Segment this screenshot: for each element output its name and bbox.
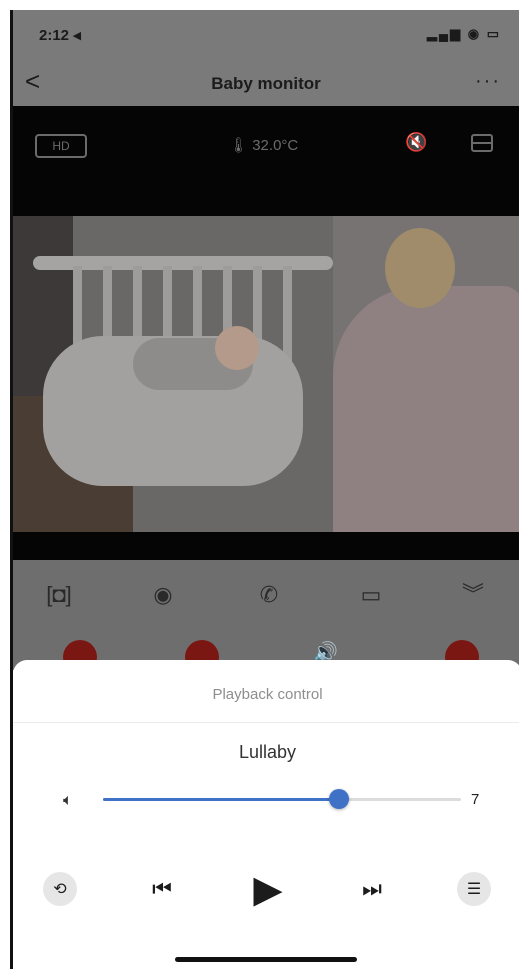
hd-quality-button[interactable]: HD: [35, 134, 87, 158]
layout-toggle-icon[interactable]: [471, 134, 493, 152]
temperature-value: 32.0°C: [252, 137, 299, 154]
camera-controls: [◘] ◉ ✆ ▭ ︾ 🔊: [13, 560, 519, 674]
chevron-double-down-icon[interactable]: ︾: [453, 580, 493, 610]
track-name: Lullaby: [238, 742, 297, 762]
previous-track-button[interactable]: ⏮: [145, 872, 179, 906]
home-indicator: [175, 957, 357, 962]
volume-slider-handle[interactable]: [329, 789, 350, 809]
play-button[interactable]: ▶: [245, 866, 291, 912]
screenshot-frame-icon[interactable]: [◘]: [39, 580, 79, 610]
status-time: 2:12 ◂: [39, 27, 81, 44]
temperature-readout: 🌡 32.0°C: [229, 136, 298, 154]
video-person-head: [385, 228, 455, 308]
status-bar: 2:12 ◂ ▂▄▆ ◉ ▭: [13, 10, 519, 60]
playback-control-sheet: Playback control Lullaby 🔈︎ 7 ⟲ ⏮ ▶ ⏭ ☰: [13, 660, 519, 969]
speaker-muted-icon[interactable]: 🔇: [405, 132, 427, 153]
repeat-icon: ⟲: [53, 881, 67, 898]
next-track-button[interactable]: ⏭: [355, 872, 389, 906]
repeat-button[interactable]: ⟲: [43, 872, 77, 906]
camera-icon[interactable]: ◉: [143, 580, 183, 610]
volume-value: 7: [471, 791, 480, 808]
phone-call-icon[interactable]: ✆: [249, 580, 289, 610]
play-icon: ▶: [253, 868, 283, 911]
video-baby-head: [215, 326, 259, 370]
page-title: Baby monitor: [211, 74, 321, 93]
video-person: [333, 286, 519, 532]
nav-bar: < Baby monitor ···: [13, 60, 519, 106]
sheet-title: Playback control: [212, 686, 323, 703]
video-bottom-bar: [13, 532, 519, 560]
volume-slider[interactable]: [103, 789, 461, 809]
skip-previous-icon: ⏮: [152, 876, 172, 901]
playlist-button[interactable]: ☰: [457, 872, 491, 906]
thermometer-icon: 🌡: [229, 137, 249, 154]
skip-next-icon: ⏭: [362, 876, 382, 901]
volume-icon: 🔈︎: [63, 792, 73, 809]
video-feed[interactable]: [13, 216, 519, 532]
volume-slider-fill: [103, 798, 340, 801]
playlist-icon: ☰: [466, 881, 482, 898]
divider: [13, 722, 519, 723]
app-screen: 2:12 ◂ ▂▄▆ ◉ ▭ < Baby monitor ··· HD 🌡 3…: [10, 10, 519, 969]
more-options-button[interactable]: ···: [475, 70, 501, 93]
camera-toolbar: HD 🌡 32.0°C 🔇: [13, 106, 519, 216]
video-record-icon[interactable]: ▭: [351, 580, 391, 610]
signal-wifi-battery-icons: ▂▄▆ ◉ ▭: [426, 26, 501, 41]
